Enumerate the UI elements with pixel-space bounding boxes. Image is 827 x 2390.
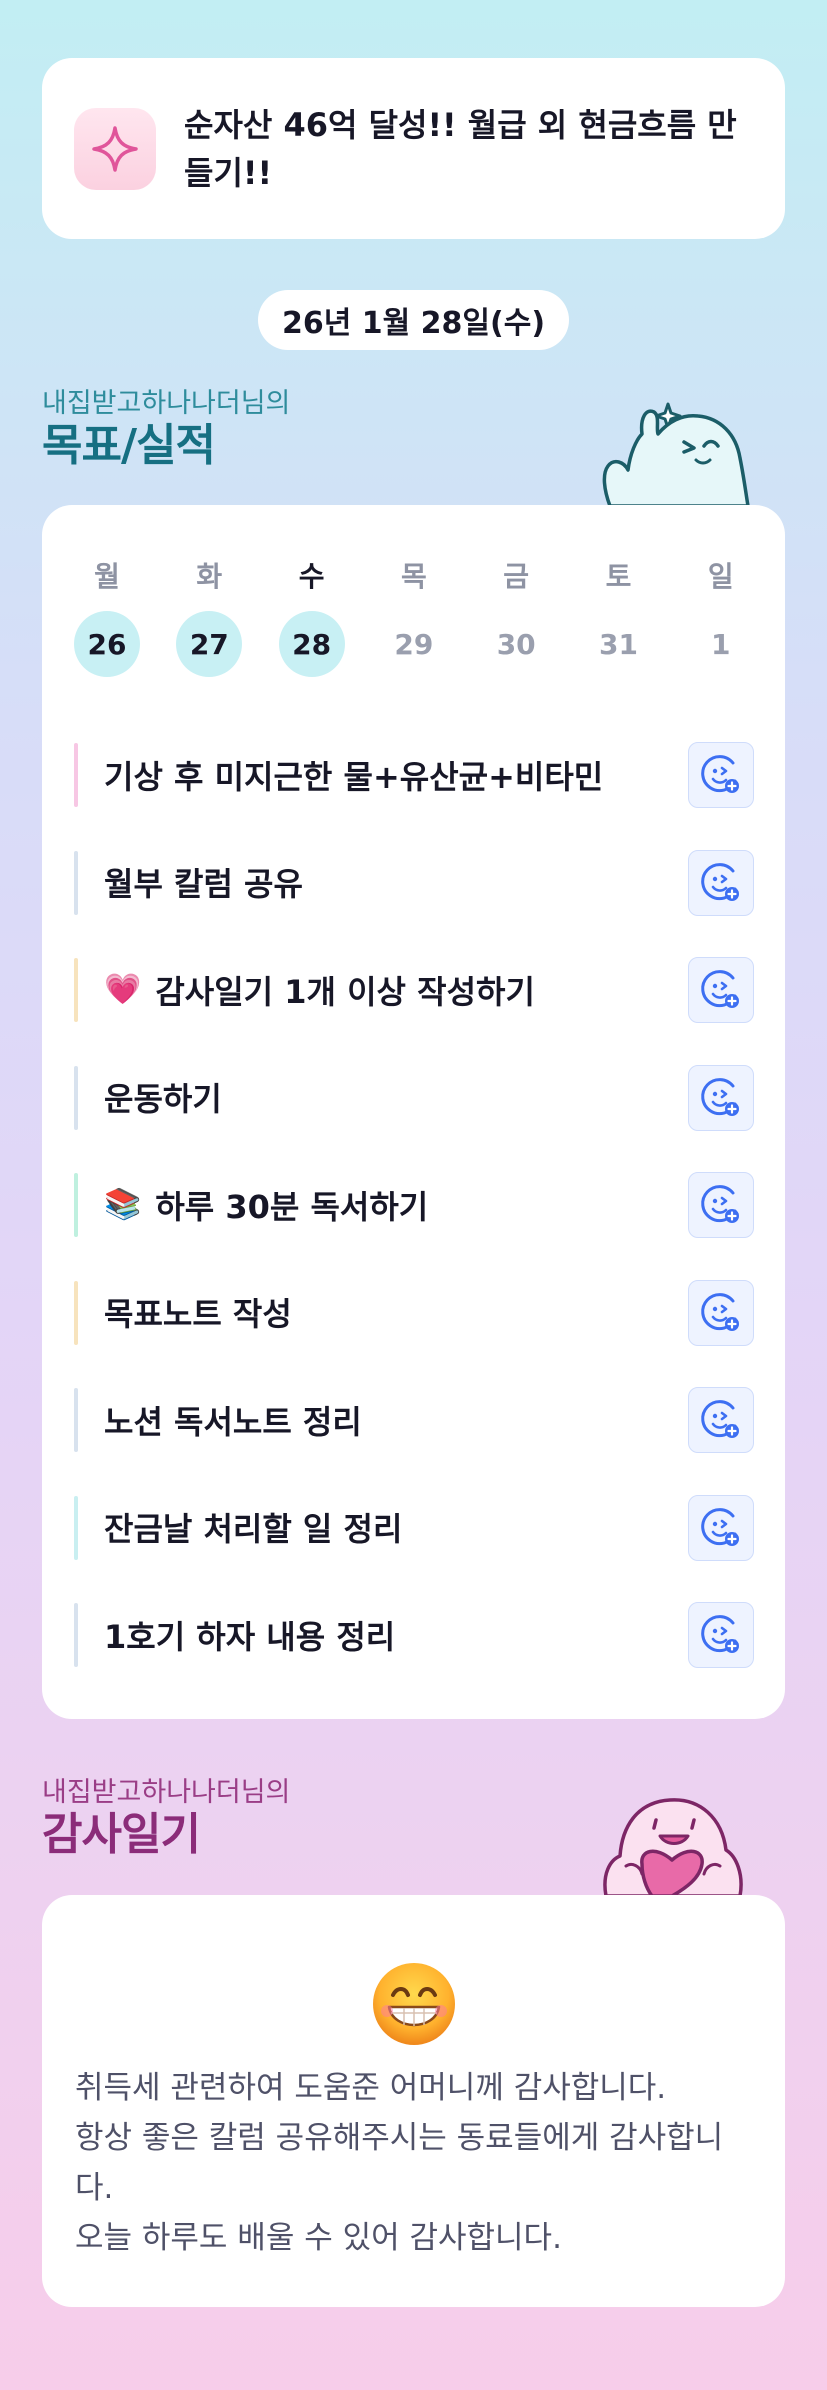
task-color-bar xyxy=(74,743,78,807)
goal-text: 순자산 46억 달성!! 월급 외 현금흐름 만들기!! xyxy=(184,105,737,192)
add-reaction-button[interactable] xyxy=(688,1602,754,1668)
task-label-text: 잔금날 처리할 일 정리 xyxy=(104,1510,403,1549)
add-reaction-icon xyxy=(701,970,739,1008)
task-item[interactable]: 기상 후 미지근한 물+유산균+비타민 xyxy=(74,721,754,829)
mascot-heart-icon xyxy=(603,1798,743,1896)
task-label: 📚 하루 30분 독서하기 xyxy=(104,1182,428,1228)
goals-section-header: 내집받고하나나더님의 목표/실적 xyxy=(42,388,290,472)
task-label: 기상 후 미지근한 물+유산균+비타민 xyxy=(104,752,603,798)
goals-section-title: 목표/실적 xyxy=(42,420,216,471)
task-item[interactable]: 💗 감사일기 1개 이상 작성하기 xyxy=(74,936,754,1044)
day-button[interactable]: 27 xyxy=(176,611,243,677)
day-button[interactable]: 1 xyxy=(688,611,754,677)
add-reaction-button[interactable] xyxy=(688,1279,754,1346)
task-label: 1호기 하자 내용 정리 xyxy=(104,1612,395,1658)
thanks-line: 항상 좋은 칼럼 공유해주시는 동료들에게 감사합니다. xyxy=(75,2120,724,2206)
thanks-line: 취득세 관련하여 도움준 어머니께 감사합니다. xyxy=(75,2070,667,2106)
weekday-label: 토 xyxy=(605,560,632,593)
goals-card: 월 화 수 목 금 토 일 26 27 28 29 30 31 1 기상 후 미… xyxy=(42,505,785,1719)
grinning-face-icon xyxy=(373,1963,455,2045)
add-reaction-icon xyxy=(701,1615,739,1653)
task-item[interactable]: 노션 독서노트 정리 xyxy=(74,1366,754,1474)
add-reaction-button[interactable] xyxy=(688,1064,754,1131)
weekday-label-today: 수 xyxy=(298,560,325,593)
day-row: 26 27 28 29 30 31 1 xyxy=(74,611,754,677)
day-button[interactable]: 31 xyxy=(585,611,651,677)
task-color-bar xyxy=(74,1495,78,1560)
task-emoji-icon: 💗 xyxy=(104,972,142,1008)
add-reaction-icon xyxy=(701,755,739,793)
task-emoji-icon: 📚 xyxy=(104,1187,142,1223)
task-item[interactable]: 월부 칼럼 공유 xyxy=(74,829,754,937)
add-reaction-button[interactable] xyxy=(688,1494,754,1561)
thanks-section-header: 내집받고하나나더님의 감사일기 xyxy=(42,1777,290,1861)
task-label: 운동하기 xyxy=(104,1074,222,1120)
day-button[interactable]: 30 xyxy=(483,611,549,677)
task-color-bar xyxy=(74,1280,78,1345)
add-reaction-button[interactable] xyxy=(688,1172,754,1238)
task-label-text: 노션 독서노트 정리 xyxy=(104,1402,362,1441)
weekday-label: 월 xyxy=(94,560,120,593)
weekday-row: 월 화 수 목 금 토 일 xyxy=(74,555,754,595)
thanks-text: 취득세 관련하여 도움준 어머니께 감사합니다. 항상 좋은 칼럼 공유해주시는… xyxy=(75,2063,755,2263)
add-reaction-icon xyxy=(701,1077,739,1116)
add-reaction-button[interactable] xyxy=(688,957,754,1023)
task-item[interactable]: 1호기 하자 내용 정리 xyxy=(74,1581,754,1689)
task-color-bar xyxy=(74,850,78,915)
add-reaction-button[interactable] xyxy=(688,1387,754,1453)
task-color-bar xyxy=(74,1065,78,1130)
task-color-bar xyxy=(74,1603,78,1667)
task-list: 기상 후 미지근한 물+유산균+비타민월부 칼럼 공유 💗 감사일기 1개 이상 작… xyxy=(74,721,754,1689)
add-reaction-button[interactable] xyxy=(688,742,754,808)
weekday-label: 금 xyxy=(503,560,530,593)
task-label-text: 기상 후 미지근한 물+유산균+비타민 xyxy=(104,757,604,796)
task-color-bar xyxy=(74,958,78,1022)
task-label: 잔금날 처리할 일 정리 xyxy=(104,1504,402,1550)
day-button[interactable]: 26 xyxy=(74,611,140,677)
thanks-card: 취득세 관련하여 도움준 어머니께 감사합니다. 항상 좋은 칼럼 공유해주시는… xyxy=(42,1895,785,2307)
task-label: 💗 감사일기 1개 이상 작성하기 xyxy=(104,967,535,1013)
day-button[interactable]: 29 xyxy=(381,611,447,677)
task-label-text: 목표노트 작성 xyxy=(104,1295,292,1334)
task-item[interactable]: 운동하기 xyxy=(74,1044,754,1152)
add-reaction-button[interactable] xyxy=(688,849,754,916)
goal-banner[interactable]: 순자산 46억 달성!! 월급 외 현금흐름 만들기!! xyxy=(42,58,785,239)
add-reaction-icon xyxy=(701,1400,739,1438)
add-reaction-icon xyxy=(701,1185,739,1223)
thanks-section-subtitle: 내집받고하나나더님의 xyxy=(42,1777,291,1808)
add-reaction-icon xyxy=(701,1292,739,1331)
day-button-today[interactable]: 28 xyxy=(278,611,345,677)
task-color-bar xyxy=(74,1388,78,1452)
weekday-label: 목 xyxy=(401,560,427,593)
mascot-thumbs-up-icon xyxy=(602,402,750,506)
task-label-text: 월부 칼럼 공유 xyxy=(104,865,303,904)
goals-section-subtitle: 내집받고하나나더님의 xyxy=(42,388,291,419)
task-label-text: 하루 30분 독서하기 xyxy=(155,1187,429,1226)
weekday-label: 일 xyxy=(707,560,734,593)
weekday-label: 화 xyxy=(196,560,223,593)
task-item[interactable]: 잔금날 처리할 일 정리 xyxy=(74,1474,754,1582)
date-selector[interactable]: 26년 1월 28일(수) xyxy=(258,290,569,350)
task-item[interactable]: 목표노트 작성 xyxy=(74,1259,754,1367)
add-reaction-icon xyxy=(701,862,739,901)
task-label: 월부 칼럼 공유 xyxy=(104,859,303,905)
task-label: 목표노트 작성 xyxy=(104,1289,292,1335)
thanks-line: 오늘 하루도 배울 수 있어 감사합니다. xyxy=(75,2220,562,2256)
task-color-bar xyxy=(74,1173,78,1237)
task-item[interactable]: 📚 하루 30분 독서하기 xyxy=(74,1151,754,1259)
add-reaction-icon xyxy=(701,1507,739,1546)
sparkle-icon xyxy=(74,107,156,190)
task-label-text: 운동하기 xyxy=(104,1080,222,1119)
thanks-section-title: 감사일기 xyxy=(42,1809,201,1860)
task-label-text: 감사일기 1개 이상 작성하기 xyxy=(155,972,535,1011)
task-label: 노션 독서노트 정리 xyxy=(104,1397,362,1443)
task-label-text: 1호기 하자 내용 정리 xyxy=(104,1617,396,1656)
